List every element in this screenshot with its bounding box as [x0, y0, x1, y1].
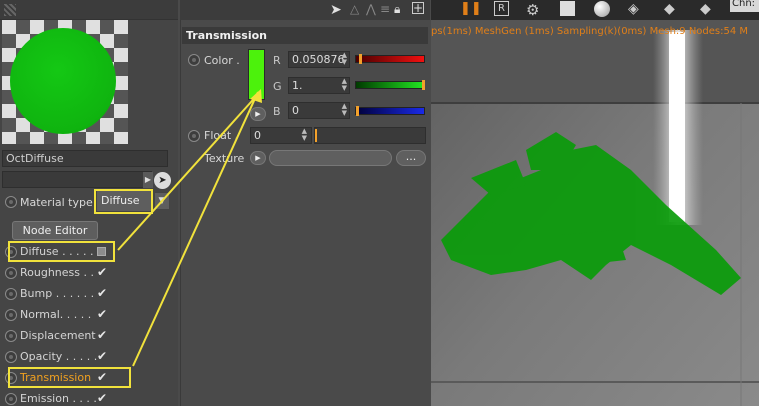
- g-slider[interactable]: [355, 80, 425, 90]
- channel-item[interactable]: Opacity . . . . . ✔: [4, 348, 174, 366]
- color-radio[interactable]: [188, 54, 200, 66]
- preview-sphere: [10, 28, 116, 134]
- channel-label: Displacement: [20, 329, 96, 342]
- material-panel-toolbar: [0, 0, 178, 20]
- channel-item[interactable]: Normal. . . . . ✔: [4, 306, 174, 324]
- spinner-icon[interactable]: ▲ ▼: [342, 52, 347, 66]
- float-slider-thumb[interactable]: [315, 129, 317, 142]
- b-value: 0: [292, 104, 299, 117]
- b-field[interactable]: 0 ▲ ▼: [288, 102, 350, 119]
- checkmark-icon[interactable]: ✔: [97, 349, 109, 363]
- channel-label: Roughness . .: [20, 266, 94, 279]
- g-slider-thumb[interactable]: [422, 80, 425, 90]
- g-field[interactable]: 1. ▲ ▼: [288, 77, 350, 94]
- texture-slot[interactable]: [269, 150, 392, 166]
- material-type-label: Material type: [20, 196, 93, 209]
- channel-radio[interactable]: [5, 267, 17, 279]
- grip-icon[interactable]: [4, 4, 16, 16]
- layers-icon[interactable]: ◈: [628, 1, 639, 17]
- lock-icon[interactable]: 🔒︎: [394, 2, 400, 17]
- r-slider-thumb[interactable]: [359, 54, 363, 64]
- b-label: B: [273, 105, 281, 118]
- spinner-icon[interactable]: ▲ ▼: [342, 78, 347, 92]
- r-slider[interactable]: [355, 54, 425, 64]
- add-icon[interactable]: +: [412, 2, 424, 14]
- highlight-box: [8, 241, 115, 262]
- spinner-icon[interactable]: ▲ ▼: [302, 128, 307, 142]
- checkmark-icon[interactable]: ✔: [97, 307, 109, 321]
- material-search-field[interactable]: [2, 171, 152, 188]
- r-field[interactable]: 0.050876 ▲ ▼: [288, 51, 350, 68]
- channel-label: Opacity . . . . .: [20, 350, 98, 363]
- checkmark-icon[interactable]: ✔: [97, 328, 109, 342]
- pin-2-icon[interactable]: ◆: [700, 1, 711, 17]
- r-label: R: [273, 54, 281, 67]
- material-preview: [2, 20, 128, 144]
- float-field[interactable]: 0 ▲ ▼: [250, 127, 312, 144]
- stop-icon[interactable]: [560, 1, 575, 16]
- float-label: Float .: [204, 129, 239, 142]
- b-slider[interactable]: [355, 106, 425, 116]
- texture-more-button[interactable]: ...: [396, 150, 426, 166]
- sphere-icon[interactable]: [594, 1, 610, 17]
- highlight-material-type: [94, 189, 153, 214]
- checkmark-icon[interactable]: ✔: [97, 286, 109, 300]
- render-viewport[interactable]: [431, 20, 759, 406]
- section-title: Transmission: [182, 27, 428, 44]
- chevron-down-icon[interactable]: ▼: [154, 192, 170, 210]
- attribute-toolbar-icons: ➤ △ ⋀ ≡ 🔒︎ +: [330, 2, 430, 18]
- channel-label: Normal. . . . .: [20, 308, 92, 321]
- b-slider-thumb[interactable]: [356, 106, 359, 116]
- float-value: 0: [254, 129, 261, 142]
- sort-icon[interactable]: ≡: [380, 2, 390, 16]
- channel-radio[interactable]: [5, 351, 17, 363]
- render-stats: ps(1ms) MeshGen (1ms) Sampling(k)(0ms) M…: [431, 26, 749, 37]
- gear-icon[interactable]: ⚙: [526, 1, 539, 19]
- material-name-field[interactable]: OctDiffuse: [2, 150, 168, 167]
- render-region-icon[interactable]: R: [494, 1, 509, 16]
- channel-item[interactable]: Bump . . . . . . ✔: [4, 285, 174, 303]
- light-core: [669, 32, 685, 222]
- expand-arrow-icon[interactable]: ▶: [143, 172, 153, 188]
- g-value: 1.: [292, 79, 303, 92]
- channel-item[interactable]: Emission . . . . ✔: [4, 390, 174, 406]
- arrow-left-icon[interactable]: ➤: [330, 2, 342, 18]
- channel-radio[interactable]: [5, 309, 17, 321]
- channel-item[interactable]: Displacement ✔: [4, 327, 174, 345]
- checkmark-icon[interactable]: ✔: [97, 265, 109, 279]
- picker-icon[interactable]: ➤: [154, 172, 171, 189]
- pause-icon[interactable]: ❚❚: [460, 1, 482, 16]
- nav-icon[interactable]: ⋀: [366, 2, 376, 16]
- arrow-up-icon[interactable]: △: [350, 2, 359, 16]
- render-scene: [431, 20, 759, 406]
- highlight-box: [8, 367, 131, 388]
- color-swatch[interactable]: [248, 49, 265, 100]
- channel-label[interactable]: Chn:: [730, 0, 759, 12]
- channel-radio[interactable]: [5, 393, 17, 405]
- channel-label: Bump . . . . . .: [20, 287, 95, 300]
- node-editor-button[interactable]: Node Editor: [12, 221, 98, 240]
- color-label: Color .: [204, 54, 240, 67]
- channel-radio[interactable]: [5, 288, 17, 300]
- texture-label: Texture: [204, 152, 245, 165]
- viewport-toolbar-icons: ❚❚ R ⚙ ◈ ◆ ◆ Chn:: [460, 0, 759, 20]
- checkmark-icon[interactable]: ✔: [97, 391, 109, 405]
- pin-icon[interactable]: ◆: [664, 1, 675, 17]
- spinner-icon[interactable]: ▲ ▼: [342, 103, 347, 117]
- float-slider[interactable]: [314, 127, 426, 144]
- r-value: 0.050876: [292, 53, 345, 66]
- material-type-radio[interactable]: [5, 196, 17, 208]
- g-label: G: [273, 80, 282, 93]
- float-radio[interactable]: [188, 130, 200, 142]
- expand-color-icon[interactable]: ▶: [250, 107, 266, 121]
- channel-radio[interactable]: [5, 330, 17, 342]
- channel-label: Emission . . . .: [20, 392, 97, 405]
- channel-item[interactable]: Roughness . . ✔: [4, 264, 174, 282]
- texture-expand-icon[interactable]: ▶: [250, 151, 266, 165]
